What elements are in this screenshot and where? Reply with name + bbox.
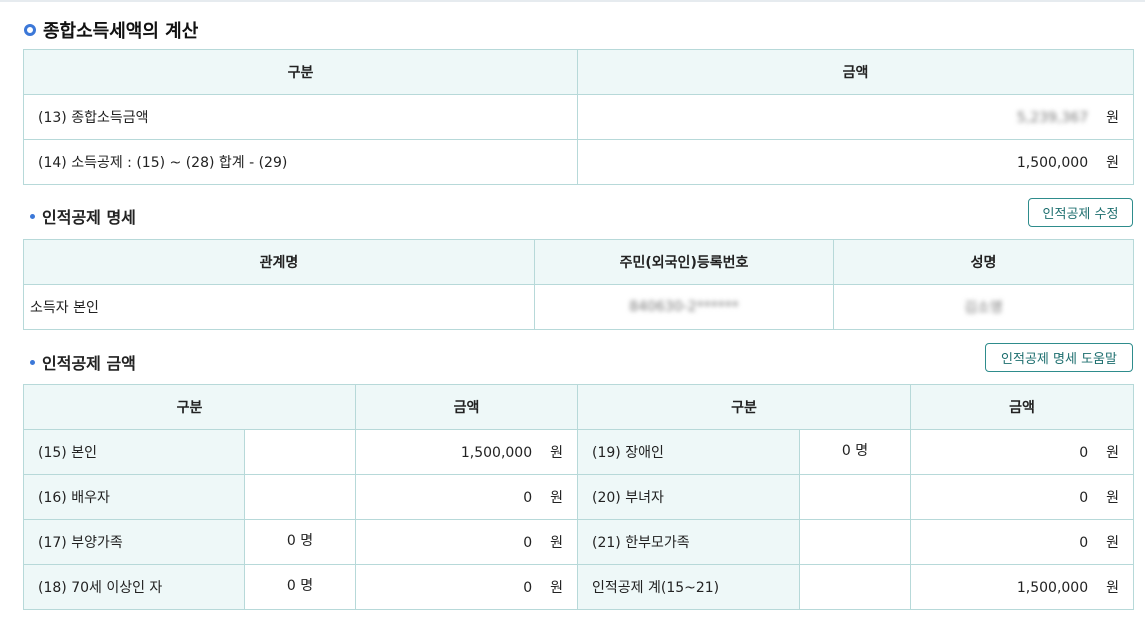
left-count (243, 474, 357, 520)
left-label: (16) 배우자 (23, 474, 245, 520)
left-amount: 0 (523, 535, 533, 551)
left-amount: 0 (523, 580, 533, 596)
header-amount: 금액 (577, 49, 1134, 95)
amount-value-blurred: 5,239,367 (1016, 110, 1089, 126)
edit-personal-deduction-button[interactable]: 인적공제 수정 (1028, 198, 1133, 227)
dot-bullet-icon (30, 213, 35, 219)
left-count: 0 명 (243, 564, 357, 610)
left-count (243, 429, 357, 475)
table-row: 소득자 본인 840630-2****** 김소영 (23, 284, 1134, 330)
left-label: (18) 70세 이상인 자 (23, 564, 245, 610)
right-label: (19) 장애인 (577, 429, 801, 475)
row-label: (14) 소득공제 : (15) ~ (28) 합계 - (29) (23, 139, 578, 185)
personal-amount-header: 구분 금액 구분 금액 (22, 384, 1135, 430)
row-amount: 1,500,000 원 (577, 139, 1134, 185)
table-row: (13) 종합소득금액 5,239,367 원 (23, 94, 1134, 140)
left-count: 0 명 (243, 519, 357, 565)
name-blurred: 김소영 (964, 300, 1003, 316)
table-row: (18) 70세 이상인 자 0 명 0원 인적공제 계(15~21) 1,50… (23, 564, 1135, 610)
personal-details-title: 인적공제 명세 (30, 204, 136, 228)
left-amount: 0 (523, 490, 533, 506)
row-label: (13) 종합소득금액 (23, 94, 578, 140)
right-amount-cell: 1,500,000 원 (910, 564, 1135, 610)
right-count (799, 564, 912, 610)
right-label: (20) 부녀자 (577, 474, 801, 520)
unit-label: 원 (1106, 155, 1119, 171)
unit-label: 원 (1106, 580, 1120, 596)
table-row: (16) 배우자 0원 (20) 부녀자 0원 (23, 474, 1135, 520)
left-label: (15) 본인 (23, 429, 245, 475)
section-title-text: 종합소득세액의 계산 (43, 21, 199, 42)
id-number-cell: 840630-2****** (534, 284, 834, 330)
top-divider (0, 0, 1145, 2)
header-amount-right: 금액 (910, 384, 1135, 430)
left-amount-cell: 0원 (355, 474, 579, 520)
amount-value: 1,500,000 (1016, 155, 1089, 171)
section-title: 종합소득세액의 계산 (24, 17, 198, 43)
id-number-blurred: 840630-2****** (629, 299, 739, 315)
header-category-left: 구분 (22, 384, 357, 430)
unit-label: 원 (550, 580, 564, 596)
header-category-right: 구분 (577, 384, 912, 430)
calc-table: 구분 금액 (13) 종합소득금액 5,239,367 원 (14) 소득공제 :… (23, 49, 1134, 185)
right-amount: 0 (1079, 535, 1089, 551)
right-amount: 0 (1079, 490, 1089, 506)
header-relation: 관계명 (23, 239, 535, 285)
personal-amount-title: 인적공제 금액 (30, 350, 136, 374)
unit-label: 원 (1106, 490, 1120, 506)
table-row: (15) 본인 1,500,000 원 (19) 장애인 0 명 0원 (23, 429, 1135, 475)
personal-details-title-text: 인적공제 명세 (42, 208, 136, 227)
table-row: (17) 부양가족 0 명 0원 (21) 한부모가족 0원 (23, 519, 1135, 565)
left-amount-cell: 1,500,000 원 (355, 429, 579, 475)
personal-deduction-help-button[interactable]: 인적공제 명세 도움말 (985, 343, 1133, 372)
personal-details-header: 관계명 주민(외국인)등록번호 성명 (23, 239, 1134, 285)
right-count: 0 명 (799, 429, 912, 475)
unit-label: 원 (550, 535, 564, 551)
personal-details-table: 관계명 주민(외국인)등록번호 성명 소득자 본인 840630-2******… (23, 239, 1134, 330)
personal-amount-table: 구분 금액 구분 금액 (15) 본인 1,500,000 원 (19) 장애인 … (22, 384, 1135, 610)
row-amount: 5,239,367 원 (577, 94, 1134, 140)
left-amount-cell: 0원 (355, 564, 579, 610)
ring-bullet-icon (24, 24, 36, 36)
unit-label: 원 (1106, 445, 1120, 461)
right-amount: 1,500,000 (1016, 580, 1089, 596)
right-amount-cell: 0원 (910, 519, 1135, 565)
right-count (799, 519, 912, 565)
relation-cell: 소득자 본인 (23, 284, 535, 330)
right-amount: 0 (1079, 445, 1089, 461)
name-cell: 김소영 (833, 284, 1134, 330)
right-label: 인적공제 계(15~21) (577, 564, 801, 610)
unit-label: 원 (1106, 535, 1120, 551)
header-name: 성명 (833, 239, 1134, 285)
header-category: 구분 (23, 49, 578, 95)
right-amount-cell: 0원 (910, 429, 1135, 475)
calc-table-header: 구분 금액 (23, 49, 1134, 95)
header-amount-left: 금액 (355, 384, 579, 430)
unit-label: 원 (550, 490, 564, 506)
left-label: (17) 부양가족 (23, 519, 245, 565)
table-row: (14) 소득공제 : (15) ~ (28) 합계 - (29) 1,500,… (23, 139, 1134, 185)
left-amount: 1,500,000 (460, 445, 533, 461)
header-id-number: 주민(외국인)등록번호 (534, 239, 834, 285)
right-amount-cell: 0원 (910, 474, 1135, 520)
left-amount-cell: 0원 (355, 519, 579, 565)
unit-label: 원 (1106, 110, 1119, 126)
personal-amount-title-text: 인적공제 금액 (42, 354, 136, 373)
unit-label: 원 (550, 445, 564, 461)
dot-bullet-icon (30, 359, 35, 365)
right-label: (21) 한부모가족 (577, 519, 801, 565)
right-count (799, 474, 912, 520)
